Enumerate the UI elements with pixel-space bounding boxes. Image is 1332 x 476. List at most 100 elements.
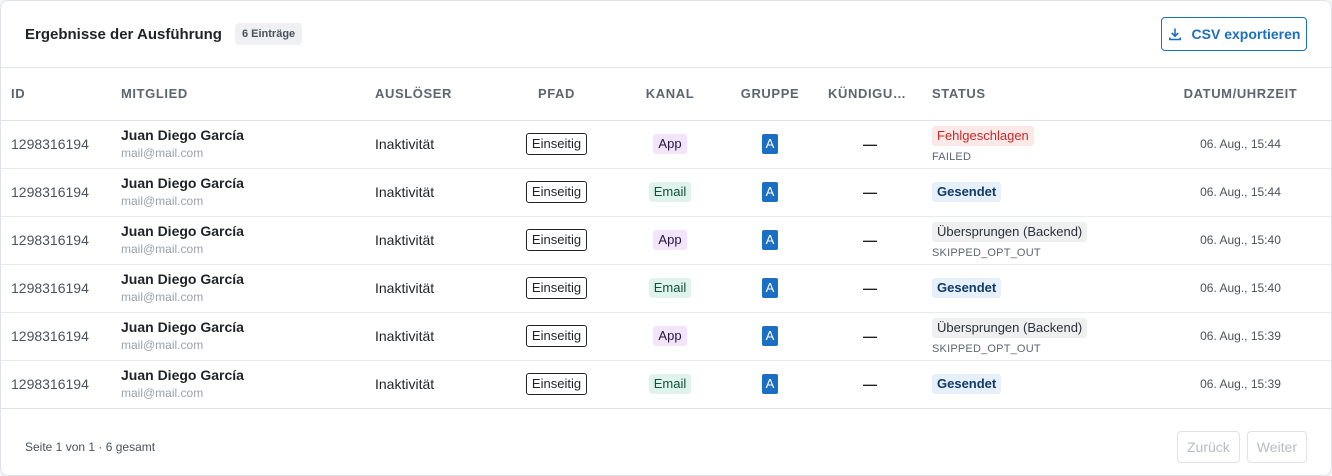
cancellation-value: — <box>863 280 877 296</box>
column-header-datetime[interactable]: Datum/Uhrzeit <box>1150 68 1331 120</box>
status-badge: Gesendet <box>932 374 1002 394</box>
cell-channel: Email <box>618 360 722 408</box>
status-code: SKIPPED_OPT_OUT <box>932 246 1041 259</box>
cell-channel: App <box>618 120 722 168</box>
cell-member: Juan Diego García mail@mail.com <box>111 360 365 408</box>
member-name: Juan Diego García <box>121 367 244 383</box>
cell-path: Einseitig <box>495 360 618 408</box>
entry-count-badge: 6 Einträge <box>234 23 303 45</box>
column-header-status[interactable]: Status <box>922 68 1150 120</box>
member-email: mail@mail.com <box>121 242 204 256</box>
channel-badge: App <box>653 326 687 346</box>
member-email: mail@mail.com <box>121 146 204 160</box>
cell-group: A <box>722 360 818 408</box>
csv-export-button[interactable]: CSV exportieren <box>1161 17 1307 51</box>
cell-id: 1298316194 <box>11 136 89 152</box>
cell-datetime: 06. Aug., 15:44 <box>1200 185 1281 199</box>
cell-status: Fehlgeschlagen FAILED <box>922 120 1150 168</box>
member-name: Juan Diego García <box>121 319 244 335</box>
channel-badge: Email <box>648 374 692 394</box>
cancellation-value: — <box>863 184 877 200</box>
cell-cancellation: — <box>818 168 922 216</box>
column-header-channel[interactable]: Kanal <box>618 68 722 120</box>
member-email: mail@mail.com <box>121 194 204 208</box>
table-row[interactable]: 1298316194 Juan Diego García mail@mail.com… <box>1 216 1331 264</box>
cell-group: A <box>722 120 818 168</box>
cell-id: 1298316194 <box>11 328 89 344</box>
status-badge: Gesendet <box>932 182 1002 202</box>
column-header-trigger[interactable]: Auslöser <box>365 68 495 120</box>
cell-datetime: 06. Aug., 15:44 <box>1200 137 1281 151</box>
table-row[interactable]: 1298316194 Juan Diego García mail@mail.com… <box>1 360 1331 408</box>
cell-member: Juan Diego García mail@mail.com <box>111 120 365 168</box>
group-badge: A <box>762 374 778 394</box>
cell-trigger: Inaktivität <box>375 232 435 248</box>
cell-datetime: 06. Aug., 15:40 <box>1200 233 1281 247</box>
channel-badge: App <box>653 230 687 250</box>
cell-cancellation: — <box>818 264 922 312</box>
channel-badge: Email <box>648 278 692 298</box>
previous-page-button[interactable]: Zurück <box>1177 431 1240 463</box>
member-name: Juan Diego García <box>121 175 244 191</box>
cell-id: 1298316194 <box>11 280 89 296</box>
channel-badge: Email <box>648 182 692 202</box>
csv-export-label: CSV exportieren <box>1191 26 1301 42</box>
column-header-group[interactable]: Gruppe <box>722 68 818 120</box>
next-page-button[interactable]: Weiter <box>1246 431 1307 463</box>
cell-datetime: 06. Aug., 15:39 <box>1200 329 1281 343</box>
cell-member: Juan Diego García mail@mail.com <box>111 168 365 216</box>
cell-group: A <box>722 216 818 264</box>
table-row[interactable]: 1298316194 Juan Diego García mail@mail.com… <box>1 120 1331 168</box>
table-row[interactable]: 1298316194 Juan Diego García mail@mail.com… <box>1 168 1331 216</box>
cell-cancellation: — <box>818 216 922 264</box>
group-badge: A <box>762 134 778 154</box>
cell-datetime: 06. Aug., 15:40 <box>1200 281 1281 295</box>
download-icon <box>1168 28 1181 41</box>
member-email: mail@mail.com <box>121 338 204 352</box>
pagination-controls: Zurück Weiter <box>1177 431 1307 463</box>
cell-status: Übersprungen (Backend) SKIPPED_OPT_OUT <box>922 312 1150 360</box>
cell-trigger: Inaktivität <box>375 136 435 152</box>
column-header-member[interactable]: Mitglied <box>111 68 365 120</box>
cell-group: A <box>722 264 818 312</box>
cell-member: Juan Diego García mail@mail.com <box>111 312 365 360</box>
table-row[interactable]: 1298316194 Juan Diego García mail@mail.com… <box>1 312 1331 360</box>
member-name: Juan Diego García <box>121 271 244 287</box>
member-email: mail@mail.com <box>121 290 204 304</box>
card-header: Ergebnisse der Ausführung 6 Einträge CSV… <box>1 1 1331 68</box>
cell-group: A <box>722 168 818 216</box>
cell-path: Einseitig <box>495 168 618 216</box>
cell-member: Juan Diego García mail@mail.com <box>111 264 365 312</box>
cell-status: Gesendet <box>922 168 1150 216</box>
group-badge: A <box>762 182 778 202</box>
cell-status: Gesendet <box>922 264 1150 312</box>
cancellation-value: — <box>863 328 877 344</box>
cell-channel: Email <box>618 264 722 312</box>
cell-trigger: Inaktivität <box>375 328 435 344</box>
column-header-path[interactable]: Pfad <box>495 68 618 120</box>
path-badge: Einseitig <box>525 325 588 347</box>
table-row[interactable]: 1298316194 Juan Diego García mail@mail.com… <box>1 264 1331 312</box>
cell-id: 1298316194 <box>11 184 89 200</box>
column-header-cancellation[interactable]: Kündigun… <box>818 68 922 120</box>
group-badge: A <box>762 326 778 346</box>
cell-channel: App <box>618 216 722 264</box>
cell-channel: App <box>618 312 722 360</box>
cancellation-value: — <box>863 136 877 152</box>
path-badge: Einseitig <box>525 181 588 203</box>
table-footer: Seite 1 von 1 · 6 gesamt Zurück Weiter <box>1 419 1331 475</box>
cell-channel: Email <box>618 168 722 216</box>
card-title: Ergebnisse der Ausführung <box>25 25 222 43</box>
status-code: SKIPPED_OPT_OUT <box>932 342 1041 355</box>
cell-cancellation: — <box>818 312 922 360</box>
pagination-info: Seite 1 von 1 · 6 gesamt <box>25 440 156 454</box>
cell-path: Einseitig <box>495 120 618 168</box>
cell-path: Einseitig <box>495 312 618 360</box>
cell-id: 1298316194 <box>11 232 89 248</box>
status-badge: Fehlgeschlagen <box>932 125 1034 146</box>
member-email: mail@mail.com <box>121 386 204 400</box>
column-header-id[interactable]: ID <box>1 68 111 120</box>
channel-badge: App <box>653 134 687 154</box>
cell-status: Gesendet <box>922 360 1150 408</box>
path-badge: Einseitig <box>525 373 588 395</box>
